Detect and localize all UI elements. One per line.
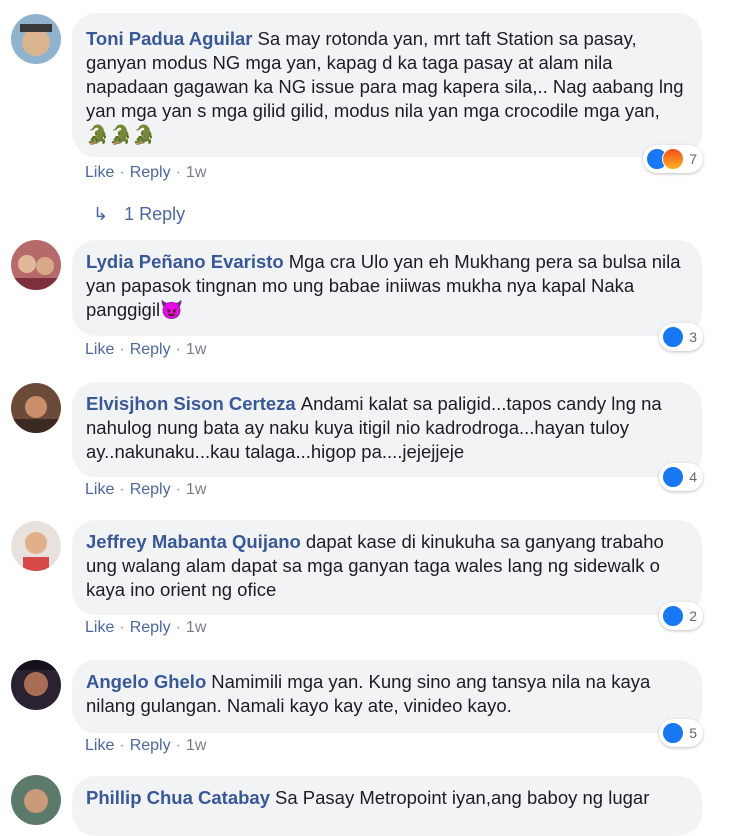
like-button[interactable]: Like [85,341,114,358]
reaction-count: 4 [689,469,697,485]
like-reaction-icon [662,326,685,348]
comment-author[interactable]: Angelo Ghelo [86,671,206,692]
reply-button[interactable]: Reply [130,341,171,358]
avatar[interactable] [11,14,61,64]
like-button[interactable]: Like [85,481,114,498]
separator: · [119,737,125,754]
comment-text: Sa Pasay Metropoint iyan,ang baboy ng lu… [275,787,650,808]
comment-bubble: Elvisjhon Sison Certeza Andami kalat sa p… [72,382,702,477]
reply-button[interactable]: Reply [130,619,171,636]
timestamp[interactable]: 1w [186,341,206,358]
comment-actions: Like · Reply · 1w [85,340,206,360]
timestamp[interactable]: 1w [186,619,206,636]
comment-actions: Like · Reply · 1w [85,163,206,183]
separator: · [175,164,181,181]
separator: · [175,619,181,636]
like-reaction-icon [662,466,685,488]
comment-actions: Like · Reply · 1w [85,480,206,500]
reaction-summary[interactable]: 5 [659,719,703,747]
comment-author[interactable]: Lydia Peñano Evaristo [86,251,284,272]
comment-bubble: Lydia Peñano Evaristo Mga cra Ulo yan eh … [72,240,702,336]
like-button[interactable]: Like [85,737,114,754]
avatar[interactable] [11,521,61,571]
separator: · [175,341,181,358]
comment-actions: Like · Reply · 1w [85,736,206,756]
reply-arrow-icon: ↳ [93,204,109,224]
avatar-image [20,24,52,56]
like-button[interactable]: Like [85,619,114,636]
reaction-count: 3 [689,329,697,345]
reaction-summary[interactable]: 2 [659,602,703,630]
avatar-image [11,255,61,290]
avatar-image [11,660,61,696]
reaction-summary[interactable]: 7 [643,145,703,173]
comment-author[interactable]: Jeffrey Mabanta Quijano [86,531,301,552]
comment-actions: Like · Reply · 1w [85,618,206,638]
comment-author[interactable]: Elvisjhon Sison Certeza [86,393,296,414]
like-button[interactable]: Like [85,164,114,181]
avatar[interactable] [11,660,61,710]
reply-button[interactable]: Reply [130,481,171,498]
reaction-count: 7 [689,151,697,167]
avatar-image [24,789,48,813]
like-reaction-icon [662,722,685,744]
reply-button[interactable]: Reply [130,737,171,754]
separator: · [119,341,125,358]
avatar-image [23,532,49,571]
comment-author[interactable]: Toni Padua Aguilar [86,28,253,49]
comment-bubble: Phillip Chua Catabay Sa Pasay Metropoint … [72,776,702,836]
reaction-summary[interactable]: 4 [659,463,703,491]
replies-count[interactable]: 1 Reply [124,204,185,224]
like-reaction-icon [662,605,685,627]
avatar-image [11,396,61,433]
separator: · [175,481,181,498]
comment-author[interactable]: Phillip Chua Catabay [86,787,270,808]
angry-reaction-icon [662,148,685,170]
reaction-summary[interactable]: 3 [659,323,703,351]
timestamp[interactable]: 1w [186,481,206,498]
avatar[interactable] [11,383,61,433]
comment-bubble: Angelo Ghelo Namimili mga yan. Kung sino … [72,660,702,733]
timestamp[interactable]: 1w [186,164,206,181]
timestamp[interactable]: 1w [186,737,206,754]
reaction-count: 2 [689,608,697,624]
separator: · [119,164,125,181]
view-replies-link[interactable]: ↳ 1 Reply [93,203,185,225]
reaction-count: 5 [689,725,697,741]
avatar[interactable] [11,240,61,290]
separator: · [119,619,125,636]
comment-bubble: Jeffrey Mabanta Quijano dapat kase di kin… [72,520,702,615]
reply-button[interactable]: Reply [130,164,171,181]
separator: · [175,737,181,754]
avatar[interactable] [11,775,61,825]
separator: · [119,481,125,498]
comment-bubble: Toni Padua Aguilar Sa may rotonda yan, mr… [72,13,702,157]
